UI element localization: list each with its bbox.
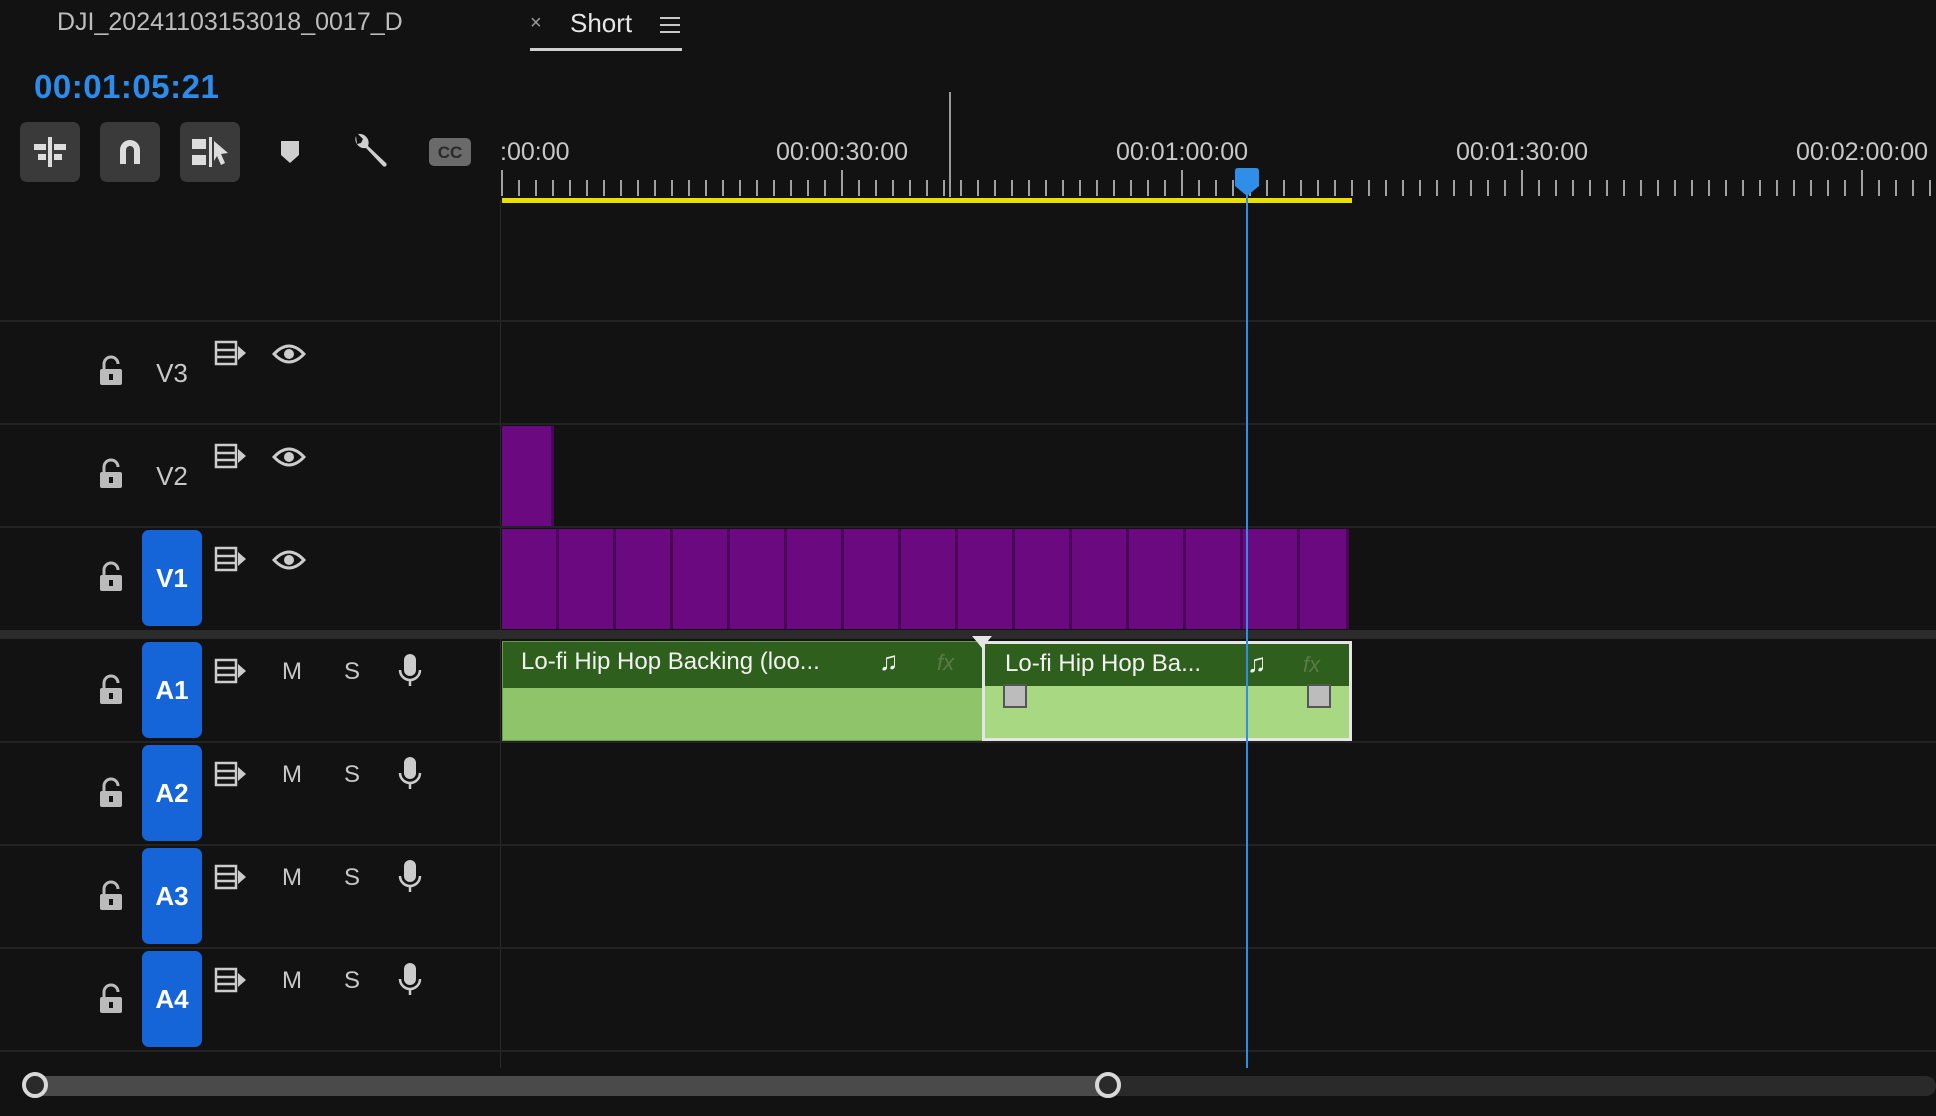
sync-lock-icon[interactable]: [214, 864, 248, 890]
tab-sequence[interactable]: DJI_20241103153018_0017_D: [57, 8, 403, 37]
svg-text:CC: CC: [438, 143, 463, 162]
tab-short[interactable]: Short: [570, 8, 632, 39]
music-note-icon: ♫: [1247, 648, 1267, 678]
track-target-a4[interactable]: A4: [142, 951, 202, 1047]
track-separator: [0, 947, 1936, 949]
audio-clip[interactable]: Lo-fi Hip Hop Backing (loo... ♫ fx: [502, 641, 984, 741]
eye-icon[interactable]: [272, 342, 306, 366]
scrollbar-zoom-handle-left[interactable]: [22, 1072, 48, 1098]
video-audio-divider[interactable]: [0, 630, 1936, 639]
video-clip[interactable]: [616, 529, 673, 629]
playhead[interactable]: [1246, 170, 1248, 1068]
audio-clip-title: Lo-fi Hip Hop Backing (loo...: [521, 648, 820, 675]
video-clip-v2[interactable]: [502, 426, 554, 526]
voiceover-mic-icon[interactable]: [398, 755, 422, 791]
track-separator: [0, 320, 1936, 322]
audio-clip-selected[interactable]: Lo-fi Hip Hop Ba... ♫ fx: [982, 641, 1352, 741]
tab-close-icon[interactable]: ×: [530, 12, 542, 35]
scrollbar-thumb[interactable]: [28, 1076, 1110, 1096]
sync-lock-icon[interactable]: [214, 761, 248, 787]
mute-button[interactable]: M: [282, 967, 302, 995]
track-target-a2[interactable]: A2: [142, 745, 202, 841]
solo-button[interactable]: S: [344, 967, 360, 995]
audio-waveform: [985, 686, 1349, 738]
eye-icon[interactable]: [272, 548, 306, 572]
lock-icon[interactable]: [98, 674, 124, 706]
work-area-bar[interactable]: [502, 198, 1352, 203]
sync-lock-icon[interactable]: [214, 658, 248, 684]
panel-menu-icon[interactable]: [660, 12, 680, 38]
sync-lock-icon[interactable]: [214, 443, 248, 469]
fx-badge[interactable]: fx: [1303, 652, 1320, 678]
video-clip[interactable]: [502, 529, 559, 629]
video-clip[interactable]: [901, 529, 958, 629]
lock-icon[interactable]: [98, 355, 124, 387]
track-separator: [0, 526, 1936, 528]
music-note-icon: ♫: [879, 646, 899, 676]
track-target-v1[interactable]: V1: [142, 530, 202, 626]
timeline-settings-wrench-icon[interactable]: [340, 122, 400, 182]
video-clip[interactable]: [673, 529, 730, 629]
solo-button[interactable]: S: [344, 864, 360, 892]
lock-icon[interactable]: [98, 777, 124, 809]
eye-icon[interactable]: [272, 445, 306, 469]
track-name[interactable]: V3: [142, 358, 202, 389]
video-clip[interactable]: [844, 529, 901, 629]
audio-clip-title: Lo-fi Hip Hop Ba...: [1005, 650, 1202, 677]
audio-waveform: [503, 688, 983, 740]
add-marker-icon[interactable]: [260, 122, 320, 182]
track-separator: [0, 844, 1936, 846]
active-tab-underline: [530, 48, 682, 51]
voiceover-mic-icon[interactable]: [398, 961, 422, 997]
transition-marker-icon[interactable]: [972, 636, 992, 650]
mute-button[interactable]: M: [282, 658, 302, 686]
keyframe-handle[interactable]: [1307, 684, 1331, 708]
video-clip[interactable]: [1186, 529, 1243, 629]
ruler-ticks: [501, 92, 1931, 197]
video-clip[interactable]: [1015, 529, 1072, 629]
fx-badge[interactable]: fx: [937, 650, 954, 676]
video-clip[interactable]: [730, 529, 787, 629]
video-clip[interactable]: [1072, 529, 1129, 629]
scrollbar-zoom-handle-right[interactable]: [1095, 1072, 1121, 1098]
lock-icon[interactable]: [98, 458, 124, 490]
lock-icon[interactable]: [98, 983, 124, 1015]
lock-icon[interactable]: [98, 561, 124, 593]
sync-lock-icon[interactable]: [214, 340, 248, 366]
keyframe-handle[interactable]: [1003, 684, 1027, 708]
track-separator: [0, 423, 1936, 425]
voiceover-mic-icon[interactable]: [398, 858, 422, 894]
video-clip[interactable]: [1243, 529, 1300, 629]
lock-icon[interactable]: [98, 880, 124, 912]
insert-nest-icon[interactable]: [20, 122, 80, 182]
solo-button[interactable]: S: [344, 658, 360, 686]
track-separator: [0, 1050, 1936, 1052]
solo-button[interactable]: S: [344, 761, 360, 789]
mute-button[interactable]: M: [282, 761, 302, 789]
mute-button[interactable]: M: [282, 864, 302, 892]
video-clip[interactable]: [559, 529, 616, 629]
snap-magnet-icon[interactable]: [100, 122, 160, 182]
video-clip[interactable]: [1300, 529, 1349, 629]
linked-selection-icon[interactable]: [180, 122, 240, 182]
playhead-handle[interactable]: [1233, 168, 1261, 198]
video-clip[interactable]: [787, 529, 844, 629]
captions-cc-icon[interactable]: CC: [420, 122, 480, 182]
track-target-a3[interactable]: A3: [142, 848, 202, 944]
video-clip[interactable]: [1129, 529, 1186, 629]
voiceover-mic-icon[interactable]: [398, 652, 422, 688]
track-name[interactable]: V2: [142, 461, 202, 492]
track-target-a1[interactable]: A1: [142, 642, 202, 738]
video-clip[interactable]: [958, 529, 1015, 629]
sync-lock-icon[interactable]: [214, 967, 248, 993]
sync-lock-icon[interactable]: [214, 546, 248, 572]
track-separator: [0, 741, 1936, 743]
playhead-timecode[interactable]: 00:01:05:21: [34, 68, 219, 106]
